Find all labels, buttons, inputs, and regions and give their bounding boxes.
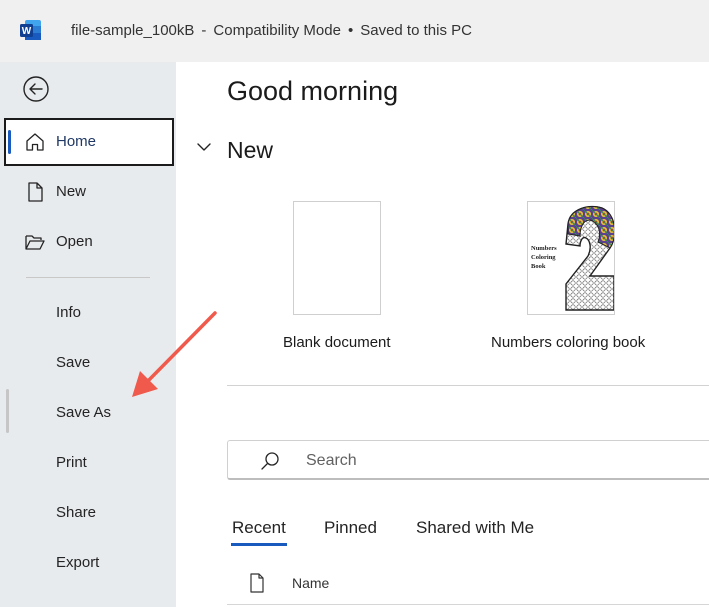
blank-document-label[interactable]: Blank document bbox=[283, 334, 391, 351]
section-divider bbox=[227, 385, 709, 386]
svg-text:Book: Book bbox=[531, 263, 546, 270]
thumb-title: Numbers bbox=[531, 245, 557, 252]
word-logo: W bbox=[20, 20, 41, 40]
search-box[interactable] bbox=[227, 440, 709, 480]
sidebar-item-open[interactable]: Open bbox=[4, 218, 174, 266]
sidebar-item-label: New bbox=[56, 183, 87, 200]
numbers-coloring-book-template[interactable]: Numbers Coloring Book bbox=[527, 201, 615, 315]
file-type-icon bbox=[250, 573, 264, 593]
compatibility-mode-label: Compatibility Mode bbox=[213, 22, 341, 39]
back-arrow-icon[interactable] bbox=[22, 75, 50, 103]
home-icon bbox=[26, 133, 44, 151]
document-filename: file-sample_100kB bbox=[71, 22, 195, 39]
tab-recent[interactable]: Recent bbox=[231, 518, 287, 546]
sidebar-item-label: Home bbox=[56, 133, 97, 150]
sidebar-item-new[interactable]: New bbox=[4, 168, 174, 216]
sidebar-item-label: Open bbox=[56, 233, 93, 250]
backstage-sidebar: Home New Open Info Save Save As Print Sh… bbox=[0, 62, 176, 607]
header-divider bbox=[227, 604, 709, 605]
sidebar-item-share[interactable]: Share bbox=[56, 504, 96, 521]
blank-document-template[interactable] bbox=[293, 201, 381, 315]
search-icon bbox=[261, 452, 279, 470]
sidebar-item-info[interactable]: Info bbox=[56, 304, 81, 321]
sidebar-item-home[interactable]: Home bbox=[4, 118, 174, 166]
main-content: Good morning New Blank document Numbers … bbox=[176, 62, 709, 607]
window-title: file-sample_100kB - Compatibility Mode • Sav… bbox=[71, 22, 472, 39]
tab-pinned[interactable]: Pinned bbox=[324, 518, 377, 538]
title-bar: W file-sample_100kB - Compatibility Mode • S… bbox=[0, 0, 709, 62]
coloring-book-thumbnail: Numbers Coloring Book bbox=[531, 205, 614, 311]
tab-shared-with-me[interactable]: Shared with Me bbox=[416, 518, 534, 538]
search-input[interactable] bbox=[304, 448, 608, 474]
sidebar-item-save[interactable]: Save bbox=[56, 354, 90, 371]
sidebar-item-export[interactable]: Export bbox=[56, 554, 99, 571]
sidebar-divider bbox=[26, 277, 150, 278]
svg-text:Coloring: Coloring bbox=[531, 254, 556, 261]
chevron-down-icon[interactable] bbox=[196, 139, 212, 155]
file-list-header: Name bbox=[227, 572, 709, 605]
numbers-coloring-book-label[interactable]: Numbers coloring book bbox=[491, 334, 645, 351]
sidebar-item-print[interactable]: Print bbox=[56, 454, 87, 471]
save-status: Saved to this PC bbox=[360, 22, 472, 39]
folder-open-icon bbox=[25, 235, 45, 250]
sidebar-item-save-as[interactable]: Save As bbox=[56, 404, 111, 421]
sidebar-scrollbar[interactable] bbox=[6, 389, 9, 433]
new-section-heading: New bbox=[227, 137, 274, 163]
svg-text:W: W bbox=[22, 26, 32, 37]
greeting-heading: Good morning bbox=[227, 76, 399, 106]
active-indicator bbox=[8, 130, 11, 154]
column-header-name[interactable]: Name bbox=[292, 575, 329, 591]
new-document-icon bbox=[28, 182, 43, 202]
